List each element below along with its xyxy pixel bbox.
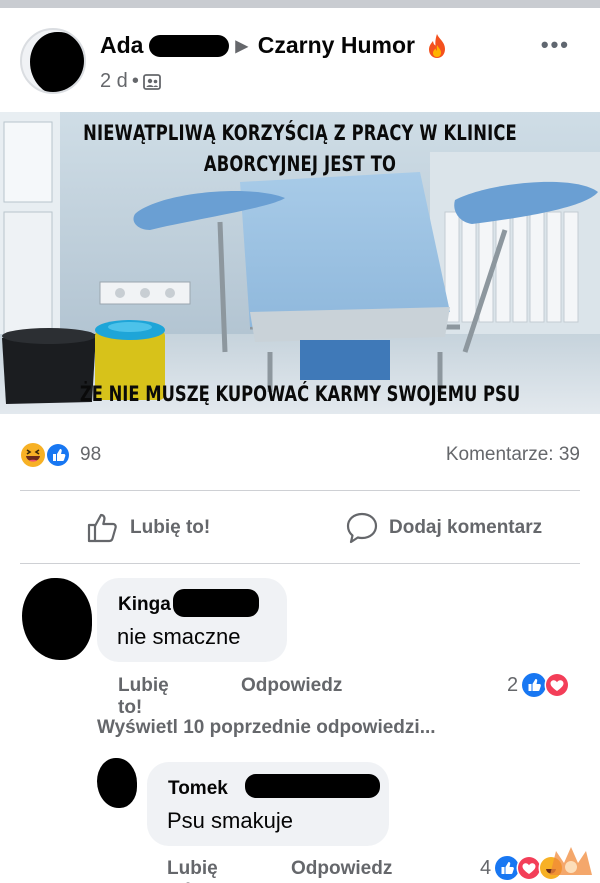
comment-bubble: Kinga nie smaczne [97,578,287,662]
haha-reaction-icon [21,443,45,467]
comment-text: nie smaczne [117,624,241,649]
author-avatar[interactable] [20,28,86,94]
comment-like-link[interactable]: Lubię to! [118,675,169,718]
meme-top-text: NIEWĄTPLIWĄ KORZYŚCIĄ Z PRACY W KLINICE … [66,118,534,180]
watermark-logo [550,847,592,875]
commenter-name[interactable]: Tomek [168,778,228,800]
view-more-replies-link[interactable]: Wyświetl 10 poprzednie odpowiedzi... [97,717,436,739]
thumbs-up-icon [87,513,117,543]
post-meta: 2 d • [100,70,161,93]
post-header: Ada ▶ Czarny Humor 2 d • ••• [0,8,600,112]
like-button-label: Lubię to! [130,517,211,538]
post-actions: Lubię to! Dodaj komentarz [0,491,600,563]
author-name[interactable]: Ada [100,32,143,59]
reaction-count[interactable]: 98 [80,444,101,466]
comment-bubble: Tomek Psu smakuje [147,762,389,846]
commenter-avatar[interactable] [22,578,92,660]
author-line: Ada ▶ Czarny Humor [100,32,449,59]
meta-separator: • [131,70,139,92]
author-name-redaction [149,34,230,57]
fire-icon [428,33,445,58]
like-love-icons [522,672,570,698]
comment-reply-link[interactable]: Odpowiedz [291,858,392,879]
commenter-avatar[interactable] [97,758,137,808]
comment-actions: Lubię to! [167,858,218,883]
comment-reply-link[interactable]: Odpowiedz [241,675,342,696]
comment-count[interactable]: Komentarze: 39 [446,444,580,466]
reaction-icons[interactable] [20,442,76,468]
comment-actions: Lubię to! [118,675,169,719]
group-name[interactable]: Czarny Humor [258,32,415,59]
avatar-redaction [30,32,84,92]
name-redaction [173,589,259,617]
meme-top-line-2: ABORCYJNEJ JEST TO [203,152,397,176]
commenter-name[interactable]: Kinga [118,594,171,616]
reactions-summary: 98 Komentarze: 39 [0,414,600,490]
comment-button-label: Dodaj komentarz [389,517,543,538]
comment-like-link[interactable]: Lubię to! [167,858,218,883]
comment-reaction-count: 2 [507,673,519,696]
top-strip [0,0,600,8]
comment-bubble-icon [346,512,378,544]
like-reaction-icon [45,442,71,468]
group-icon [142,73,161,90]
arrow-right-icon: ▶ [235,37,248,55]
post-time[interactable]: 2 d [100,70,128,93]
comment-actions: Odpowiedz [291,858,392,880]
meme-top-line-1: NIEWĄTPLIWĄ KORZYŚCIĄ Z PRACY W KLINICE [83,121,517,145]
meme-image[interactable]: NIEWĄTPLIWĄ KORZYŚCIĄ Z PRACY W KLINICE … [0,112,600,414]
comment-reactions[interactable]: 2 [507,672,571,698]
comment-text: Psu smakuje [167,808,293,833]
comment-reaction-count: 4 [480,856,492,879]
meme-bottom-text: ŻE NIE MUSZĘ KUPOWAĆ KARMY SWOJEMU PSU [79,382,521,406]
divider [20,563,580,564]
more-icon[interactable]: ••• [541,32,570,58]
comment-button[interactable]: Dodaj komentarz [345,511,542,545]
comment-actions: Odpowiedz [241,675,342,697]
name-redaction [245,774,380,798]
like-button[interactable]: Lubię to! [86,511,210,545]
